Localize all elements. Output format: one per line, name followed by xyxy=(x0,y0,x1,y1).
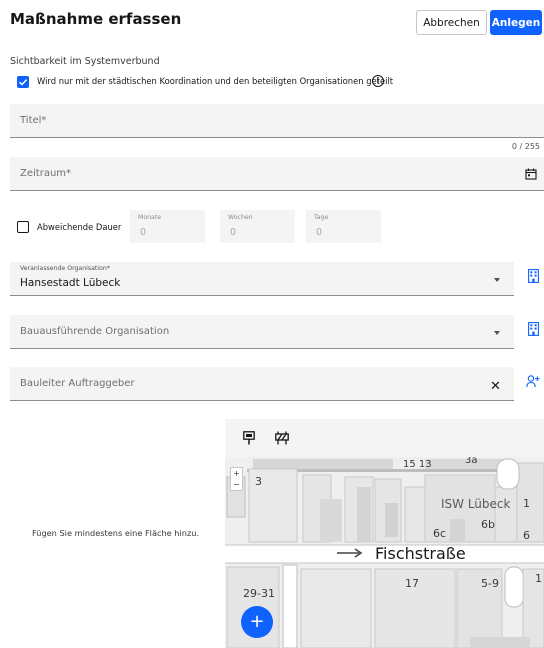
days-value: 0 xyxy=(316,227,323,238)
visibility-checkbox[interactable] xyxy=(17,76,29,88)
map-label: 6 xyxy=(523,529,530,542)
map-toolbar xyxy=(225,419,544,457)
period-placeholder: Zeitraum* xyxy=(20,168,72,179)
building-icon[interactable] xyxy=(528,322,539,336)
executing-org-placeholder: Bauausführende Organisation xyxy=(20,326,170,337)
map-label: 1 xyxy=(535,572,542,585)
map-canvas[interactable]: + − 15 13 3a 3 ISW Lübeck 1 6b 6c 6 Fisc… xyxy=(225,457,544,648)
title-placeholder: Titel* xyxy=(20,115,47,126)
period-input[interactable]: Zeitraum* xyxy=(10,157,544,191)
street-label: Fischstraße xyxy=(375,544,466,563)
info-icon[interactable]: i xyxy=(372,75,384,87)
title-input[interactable]: Titel* xyxy=(10,104,544,138)
checkmark-icon xyxy=(18,79,28,86)
map-empty-hint: Fügen Sie mindestens eine Fläche hinzu. xyxy=(32,528,200,538)
page-title: Maßnahme erfassen xyxy=(10,10,182,28)
site-manager-placeholder: Bauleiter Auftraggeber xyxy=(20,378,135,389)
clear-icon[interactable]: ✕ xyxy=(490,379,501,394)
map-label: 5-9 xyxy=(481,577,499,590)
map-label: 17 xyxy=(405,577,419,590)
map[interactable]: + − 15 13 3a 3 ISW Lübeck 1 6b 6c 6 Fisc… xyxy=(225,419,544,648)
visibility-label: Sichtbarkeit im Systemverbund xyxy=(10,56,160,67)
visibility-checkbox-label: Wird nur mit der städtischen Koordinatio… xyxy=(37,76,394,86)
signpost-icon[interactable] xyxy=(243,431,255,445)
calendar-icon[interactable] xyxy=(525,168,537,180)
site-manager-input[interactable]: Bauleiter Auftraggeber xyxy=(10,367,514,401)
initiating-org-value: Hansestadt Lübeck xyxy=(20,277,121,289)
months-label: Monate xyxy=(138,214,162,221)
map-label: 15 13 xyxy=(403,459,432,470)
cancel-button[interactable]: Abbrechen xyxy=(416,10,487,35)
months-input[interactable]: Monate 0 xyxy=(130,210,205,243)
weeks-input[interactable]: Wochen 0 xyxy=(220,210,295,243)
map-label: 3a xyxy=(465,457,478,466)
barrier-icon[interactable] xyxy=(275,431,289,445)
title-counter: 0 / 255 xyxy=(511,142,540,151)
initiating-org-select[interactable]: Veranlassende Organisation* Hansestadt L… xyxy=(10,262,514,296)
map-label: 1 xyxy=(523,497,530,510)
weeks-label: Wochen xyxy=(228,214,253,221)
building-icon[interactable] xyxy=(528,269,539,283)
chevron-down-icon xyxy=(494,331,500,335)
duration-checkbox-label: Abweichende Dauer xyxy=(37,222,122,232)
add-area-button[interactable]: + xyxy=(241,606,273,638)
person-add-icon[interactable] xyxy=(526,375,540,388)
days-label: Tage xyxy=(314,214,329,221)
map-label: 6b xyxy=(481,518,495,531)
days-input[interactable]: Tage 0 xyxy=(306,210,381,243)
executing-org-select[interactable]: Bauausführende Organisation xyxy=(10,315,514,349)
zoom-in-button[interactable]: + xyxy=(231,468,242,479)
map-label: 6c xyxy=(433,527,447,540)
create-button[interactable]: Anlegen xyxy=(490,10,542,35)
duration-checkbox[interactable] xyxy=(17,221,29,233)
months-value: 0 xyxy=(140,227,147,238)
chevron-down-icon xyxy=(494,278,500,282)
zoom-control[interactable]: + − xyxy=(230,467,243,491)
weeks-value: 0 xyxy=(230,227,237,238)
initiating-org-label: Veranlassende Organisation* xyxy=(20,265,110,272)
map-label: 29-31 xyxy=(243,587,275,600)
zoom-out-button[interactable]: − xyxy=(231,479,242,490)
map-label: 3 xyxy=(255,475,262,488)
map-label: ISW Lübeck xyxy=(441,497,511,511)
